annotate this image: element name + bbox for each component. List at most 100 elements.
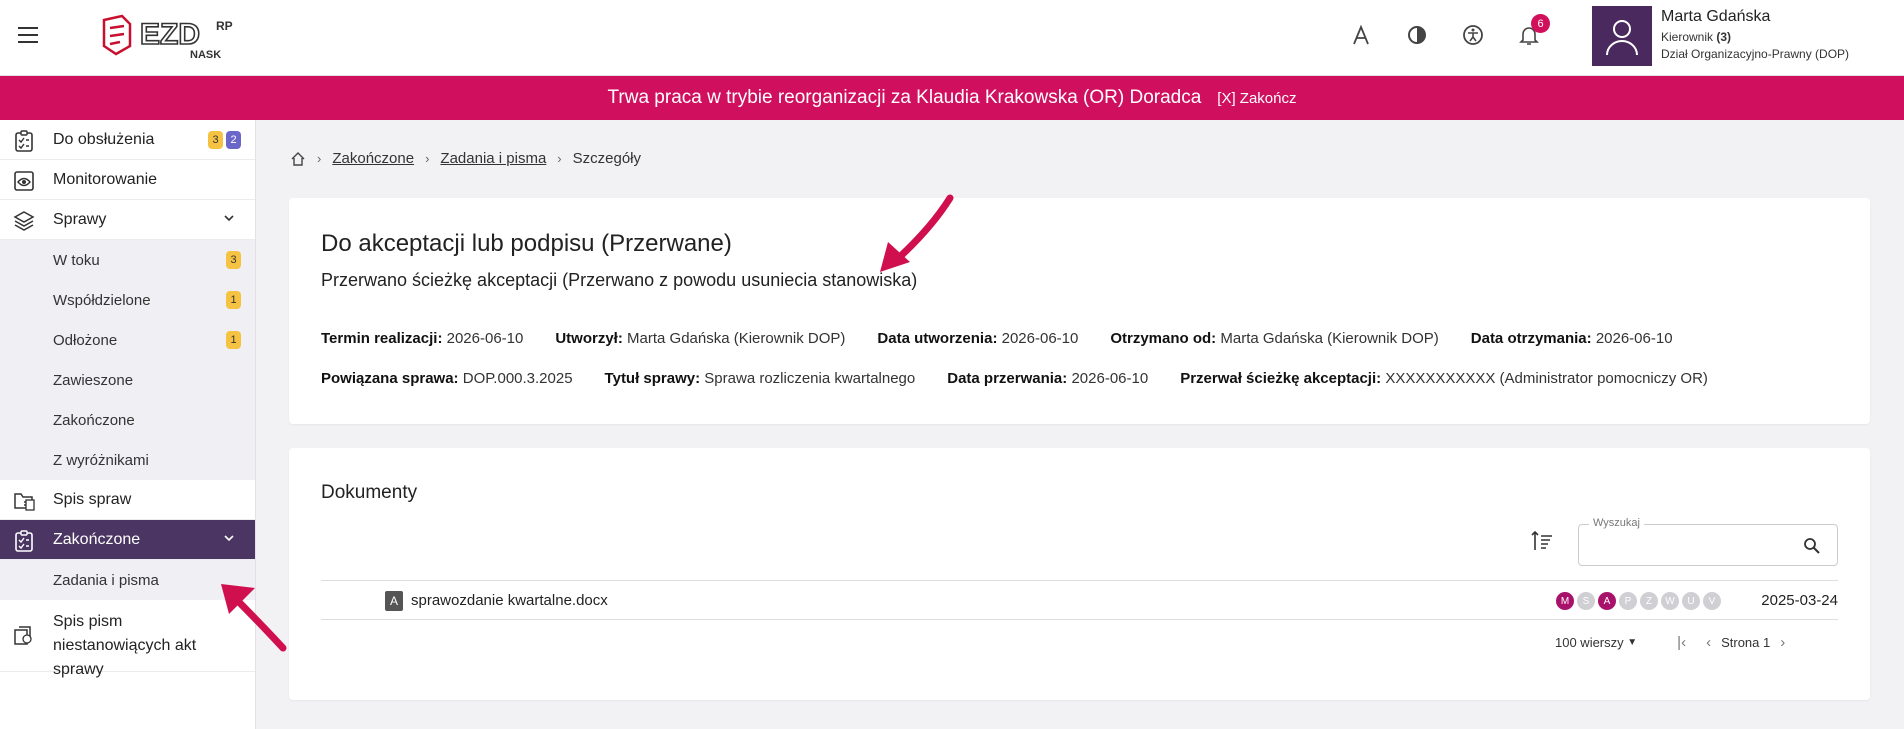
status-dot: A	[1598, 592, 1616, 610]
user-profile[interactable]: Marta Gdańska Kierownik (3) Dział Organi…	[1592, 6, 1904, 70]
bell-icon[interactable]: 6	[1514, 14, 1550, 50]
status-indicators: M S A P Z W U V	[1556, 592, 1721, 610]
hamburger-menu-icon[interactable]	[18, 27, 38, 43]
sidebar-item-label: Zawieszone	[53, 371, 134, 389]
first-page-icon[interactable]: |‹	[1677, 634, 1686, 651]
documents-title: Dokumenty	[321, 482, 418, 503]
search-input[interactable]	[1589, 535, 1789, 555]
sidebar-item-label: Zadania i pisma	[53, 571, 159, 589]
layers-icon	[13, 211, 35, 231]
breadcrumb-link-zadania[interactable]: Zadania i pisma	[440, 150, 546, 167]
chevron-down-icon	[224, 215, 234, 222]
sidebar-item-label: Sprawy	[53, 210, 107, 228]
sidebar-item-spis-spraw[interactable]: Spis spraw	[0, 480, 255, 520]
sidebar-item-sprawy[interactable]: Sprawy	[0, 200, 255, 240]
toolbar-icons: 6	[1346, 14, 1550, 50]
sidebar-subitem-zawieszone[interactable]: Zawieszone	[0, 360, 255, 400]
details-row-2: Powiązana sprawa: DOP.000.3.2025 Tytuł s…	[321, 370, 1740, 387]
sidebar-item-label: Zakończone	[53, 530, 141, 548]
document-date: 2025-03-24	[1761, 592, 1838, 609]
status-dot: Z	[1640, 592, 1658, 610]
documents-card: Dokumenty Wyszukaj A sprawozdanie kwarta…	[289, 448, 1870, 700]
field-termin: Termin realizacji: 2026-06-10	[321, 330, 524, 347]
caret-down-icon: ▼	[1627, 637, 1638, 648]
field-otrzymano-od: Otrzymano od: Marta Gdańska (Kierownik D…	[1110, 330, 1439, 347]
annotation-arrow-icon	[221, 584, 287, 652]
field-tytul-sprawy: Tytuł sprawy: Sprawa rozliczenia kwartal…	[604, 370, 916, 387]
search-field[interactable]: Wyszukaj	[1578, 517, 1838, 566]
end-reorganization-link[interactable]: [X] Zakończ	[1217, 90, 1296, 107]
sidebar-item-label: Monitorowanie	[53, 170, 158, 188]
banner-text: Trwa praca w trybie reorganizacji za Kla…	[607, 87, 1202, 108]
breadcrumb-link-zakonczone[interactable]: Zakończone	[332, 150, 414, 167]
home-icon[interactable]	[290, 151, 306, 167]
sort-icon[interactable]	[1529, 528, 1555, 554]
accessibility-icon[interactable]	[1458, 20, 1488, 50]
status-dot: U	[1682, 592, 1700, 610]
field-powiazana-sprawa: Powiązana sprawa: DOP.000.3.2025	[321, 370, 573, 387]
sidebar-item-label: W toku	[53, 251, 100, 269]
page-indicator: Strona 1	[1721, 635, 1771, 650]
field-data-utworzenia: Data utworzenia: 2026-06-10	[877, 330, 1079, 347]
document-name[interactable]: sprawozdanie kwartalne.docx	[411, 592, 608, 609]
breadcrumb-separator: ›	[425, 151, 430, 166]
reorganization-banner: Trwa praca w trybie reorganizacji za Kla…	[0, 76, 1904, 120]
search-icon[interactable]	[1803, 537, 1821, 555]
details-card: Do akceptacji lub podpisu (Przerwane) Pr…	[289, 198, 1870, 424]
logo-sub: NASK	[190, 49, 221, 61]
clipboard-check-icon	[15, 130, 33, 152]
rows-per-page-select[interactable]: 100 wierszy ▼	[1555, 635, 1637, 650]
user-role: Kierownik (3)	[1661, 30, 1732, 44]
table-row[interactable]: A sprawozdanie kwartalne.docx M S A P Z …	[321, 580, 1838, 620]
user-icon	[1606, 20, 1638, 56]
count-badge: 3	[226, 251, 241, 269]
sidebar-subitem-zakonczone[interactable]: Zakończone	[0, 400, 255, 440]
logo-text: EZD	[140, 18, 200, 51]
count-badge: 1	[226, 291, 241, 309]
sidebar-item-label: Współdzielone	[53, 291, 151, 309]
status-dot: S	[1577, 592, 1595, 610]
sidebar-item-label: Z wyróżnikami	[53, 451, 149, 469]
sidebar-subitem-wspoldzielone[interactable]: Współdzielone 1	[0, 280, 255, 320]
count-badge: 3	[208, 131, 223, 149]
breadcrumb: › Zakończone › Zadania i pisma › Szczegó…	[290, 150, 641, 167]
prev-page-icon[interactable]: ‹	[1706, 634, 1711, 651]
user-department: Dział Organizacyjno-Prawny (DOP)	[1661, 47, 1850, 61]
field-data-przerwania: Data przerwania: 2026-06-10	[947, 370, 1149, 387]
contrast-icon[interactable]	[1402, 20, 1432, 50]
sidebar-subitem-w-toku[interactable]: W toku 3	[0, 240, 255, 280]
monitor-eye-icon	[14, 171, 34, 191]
field-przerwal: Przerwał ścieżkę akceptacji: XXXXXXXXXXX…	[1180, 370, 1708, 387]
sidebar-item-do-obsluzenia[interactable]: Do obsłużenia 32	[0, 120, 255, 160]
details-row-1: Termin realizacji: 2026-06-10 Utworzył: …	[321, 330, 1705, 347]
sidebar-item-monitorowanie[interactable]: Monitorowanie	[0, 160, 255, 200]
chevron-down-icon	[224, 535, 234, 542]
font-size-icon[interactable]	[1346, 20, 1376, 50]
next-page-icon[interactable]: ›	[1780, 634, 1785, 651]
clipboard-check-icon	[15, 530, 33, 552]
notification-badge: 6	[1531, 14, 1550, 33]
breadcrumb-current: Szczegóły	[572, 150, 642, 167]
folder-list-icon	[14, 493, 35, 511]
page-title: Do akceptacji lub podpisu (Przerwane)	[321, 230, 732, 257]
ezd-logo[interactable]: EZD RP NASK	[100, 12, 250, 62]
page-subtitle: Przerwano ścieżkę akceptacji (Przerwano …	[321, 270, 918, 290]
sidebar-item-zakonczone[interactable]: Zakończone	[0, 520, 255, 560]
status-dot: M	[1556, 592, 1574, 610]
sidebar-item-label: Zakończone	[53, 411, 135, 429]
logo-sup: RP	[216, 19, 233, 33]
sidebar-subitem-z-wyroznikami[interactable]: Z wyróżnikami	[0, 440, 255, 480]
document-type-badge: A	[385, 591, 403, 611]
sidebar-item-label: Do obsłużenia	[53, 130, 155, 148]
field-utworzyl: Utworzył: Marta Gdańska (Kierownik DOP)	[555, 330, 846, 347]
search-label: Wyszukaj	[1589, 517, 1644, 529]
avatar	[1592, 6, 1652, 66]
pagination: 100 wierszy ▼ |‹ ‹ Strona 1 ›	[1555, 634, 1795, 651]
sidebar-item-label: Spis spraw	[53, 490, 132, 508]
annotation-arrow-icon	[880, 194, 954, 272]
user-name: Marta Gdańska	[1661, 8, 1771, 25]
count-badge: 1	[226, 331, 241, 349]
field-data-otrzymania: Data otrzymania: 2026-06-10	[1470, 330, 1673, 347]
sidebar-subitem-odlozone[interactable]: Odłożone 1	[0, 320, 255, 360]
sidebar-item-label: Spis pism niestanowiących akt sprawy	[53, 613, 197, 678]
